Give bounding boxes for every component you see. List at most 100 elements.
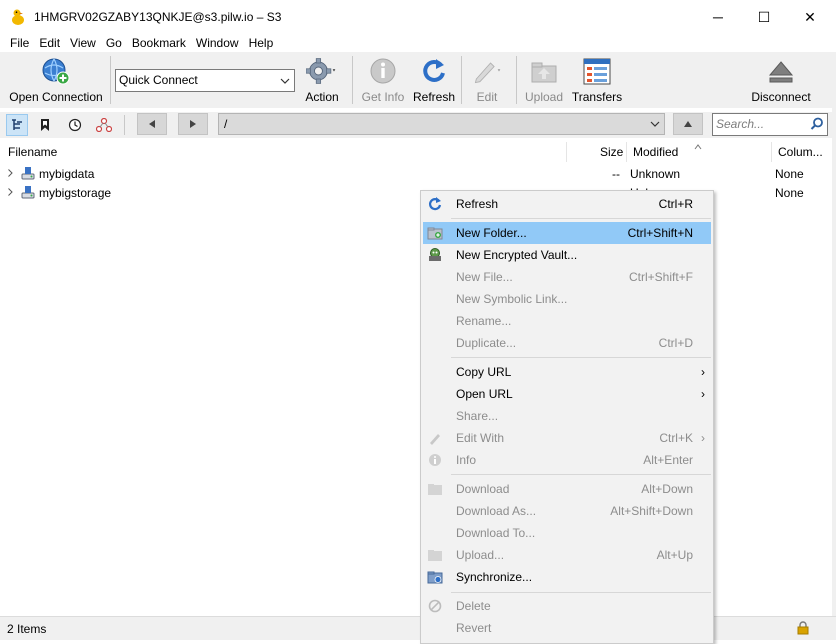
refresh-button[interactable]: Refresh bbox=[411, 52, 457, 108]
disconnect-button[interactable]: Disconnect bbox=[748, 52, 814, 108]
disconnect-label: Disconnect bbox=[751, 90, 811, 104]
maximize-icon: ☐ bbox=[757, 8, 771, 25]
chevron-down-icon bbox=[278, 70, 292, 91]
menu-item-download-to[interactable]: Download To... bbox=[423, 522, 711, 544]
menu-item-revert[interactable]: Revert bbox=[423, 617, 711, 639]
file-extra: None bbox=[775, 167, 804, 181]
chevron-down-icon bbox=[648, 114, 662, 134]
menu-item-share[interactable]: Share... bbox=[423, 405, 711, 427]
search-input[interactable]: Search... bbox=[712, 113, 828, 136]
tree-view-icon bbox=[12, 119, 22, 130]
history-view-button[interactable] bbox=[64, 114, 86, 136]
gear-icon bbox=[306, 56, 338, 86]
bucket-icon bbox=[21, 185, 35, 205]
info-icon bbox=[427, 452, 443, 468]
window-edge bbox=[832, 52, 836, 616]
menu-item-synchronize[interactable]: Synchronize... bbox=[423, 566, 711, 588]
close-button[interactable]: ✕ bbox=[787, 0, 833, 34]
sort-caret-icon bbox=[694, 139, 702, 153]
quick-connect-select[interactable]: Quick Connect bbox=[115, 69, 295, 92]
navigation-bar: / Search... bbox=[0, 112, 832, 138]
transfers-button[interactable]: Transfers bbox=[570, 52, 624, 108]
bookmarks-view-button[interactable] bbox=[34, 114, 56, 136]
menu-item-download[interactable]: Download Alt+Down bbox=[423, 478, 711, 500]
menu-bookmark[interactable]: Bookmark bbox=[127, 34, 191, 52]
toolbar: Open Connection Quick Connect Action Get… bbox=[0, 52, 832, 108]
maximize-button[interactable]: ☐ bbox=[741, 0, 787, 34]
menu-item-rename[interactable]: Rename... bbox=[423, 310, 711, 332]
navbar-separator bbox=[124, 115, 125, 135]
eject-icon bbox=[765, 56, 797, 86]
download-icon bbox=[427, 481, 443, 497]
parent-folder-button[interactable] bbox=[673, 113, 703, 135]
search-placeholder: Search... bbox=[716, 117, 765, 131]
menu-item-new-vault[interactable]: New Encrypted Vault... bbox=[423, 244, 711, 266]
upload-icon bbox=[528, 56, 560, 86]
file-extra: None bbox=[775, 186, 804, 200]
column-filename[interactable]: Filename bbox=[0, 140, 57, 164]
folder-add-icon bbox=[427, 225, 443, 241]
transfers-icon bbox=[581, 56, 613, 86]
column-modified[interactable]: Modified bbox=[625, 140, 678, 164]
info-icon bbox=[367, 56, 399, 86]
menu-item-new-symlink[interactable]: New Symbolic Link... bbox=[423, 288, 711, 310]
refresh-icon bbox=[418, 56, 450, 86]
menu-item-new-folder[interactable]: New Folder... Ctrl+Shift+N bbox=[423, 222, 711, 244]
arrow-up-icon bbox=[684, 121, 692, 127]
menu-item-duplicate[interactable]: Duplicate... Ctrl+D bbox=[423, 332, 711, 354]
lock-icon[interactable] bbox=[797, 621, 809, 638]
expand-chevron-icon[interactable] bbox=[7, 165, 14, 184]
toolbar-separator bbox=[110, 56, 111, 104]
refresh-label: Refresh bbox=[412, 90, 456, 104]
menu-item-new-file[interactable]: New File... Ctrl+Shift+F bbox=[423, 266, 711, 288]
minimize-button[interactable]: ─ bbox=[695, 0, 741, 34]
table-row[interactable]: mybigdata -- Unknown None bbox=[0, 165, 832, 184]
menu-edit[interactable]: Edit bbox=[34, 34, 65, 52]
menu-view[interactable]: View bbox=[65, 34, 101, 52]
menu-item-download-as[interactable]: Download As... Alt+Shift+Down bbox=[423, 500, 711, 522]
upload-button[interactable]: Upload bbox=[519, 52, 569, 108]
expand-chevron-icon[interactable] bbox=[7, 184, 14, 203]
get-info-button[interactable]: Get Info bbox=[356, 52, 410, 108]
get-info-label: Get Info bbox=[361, 90, 405, 104]
menu-help[interactable]: Help bbox=[244, 34, 279, 52]
menu-go[interactable]: Go bbox=[101, 34, 127, 52]
chevron-right-icon: › bbox=[701, 365, 705, 379]
menu-window[interactable]: Window bbox=[191, 34, 244, 52]
close-icon: ✕ bbox=[804, 8, 816, 25]
arrow-left-icon bbox=[149, 120, 155, 128]
forward-button[interactable] bbox=[178, 113, 208, 135]
chevron-right-icon: › bbox=[701, 387, 705, 401]
menu-item-open-url[interactable]: Open URL › bbox=[423, 383, 711, 405]
action-button[interactable]: Action bbox=[296, 52, 348, 108]
menu-bar: File Edit View Go Bookmark Window Help bbox=[0, 34, 836, 52]
file-name: mybigdata bbox=[39, 167, 95, 181]
menu-item-refresh[interactable]: Refresh Ctrl+R bbox=[423, 193, 711, 215]
menu-separator bbox=[451, 592, 711, 593]
column-size[interactable]: Size bbox=[592, 140, 623, 164]
menu-item-info[interactable]: Info Alt+Enter bbox=[423, 449, 711, 471]
item-count: 2 Items bbox=[7, 622, 47, 636]
column-extra[interactable]: Colum... bbox=[770, 140, 823, 164]
arrow-right-icon bbox=[190, 120, 196, 128]
clock-icon bbox=[68, 118, 82, 132]
toolbar-separator bbox=[352, 56, 353, 104]
column-separator[interactable] bbox=[566, 142, 567, 162]
file-list-header: Filename Size Modified Colum... bbox=[0, 140, 832, 164]
menu-item-delete[interactable]: Delete bbox=[423, 595, 711, 617]
path-select[interactable]: / bbox=[218, 113, 665, 135]
bookmark-icon bbox=[41, 119, 49, 131]
open-connection-button[interactable]: Open Connection bbox=[6, 52, 106, 108]
menu-item-edit-with[interactable]: Edit With Ctrl+K › bbox=[423, 427, 711, 449]
menu-item-upload[interactable]: Upload... Alt+Up bbox=[423, 544, 711, 566]
back-button[interactable] bbox=[137, 113, 167, 135]
browser-view-button[interactable] bbox=[6, 114, 28, 136]
bonjour-view-button[interactable] bbox=[93, 114, 115, 136]
edit-button[interactable]: Edit bbox=[463, 52, 511, 108]
edit-label: Edit bbox=[476, 90, 498, 104]
transfers-label: Transfers bbox=[571, 90, 623, 104]
menu-file[interactable]: File bbox=[0, 34, 34, 52]
upload-icon bbox=[427, 547, 443, 563]
menu-item-copy-url[interactable]: Copy URL › bbox=[423, 361, 711, 383]
bucket-icon bbox=[21, 166, 35, 186]
